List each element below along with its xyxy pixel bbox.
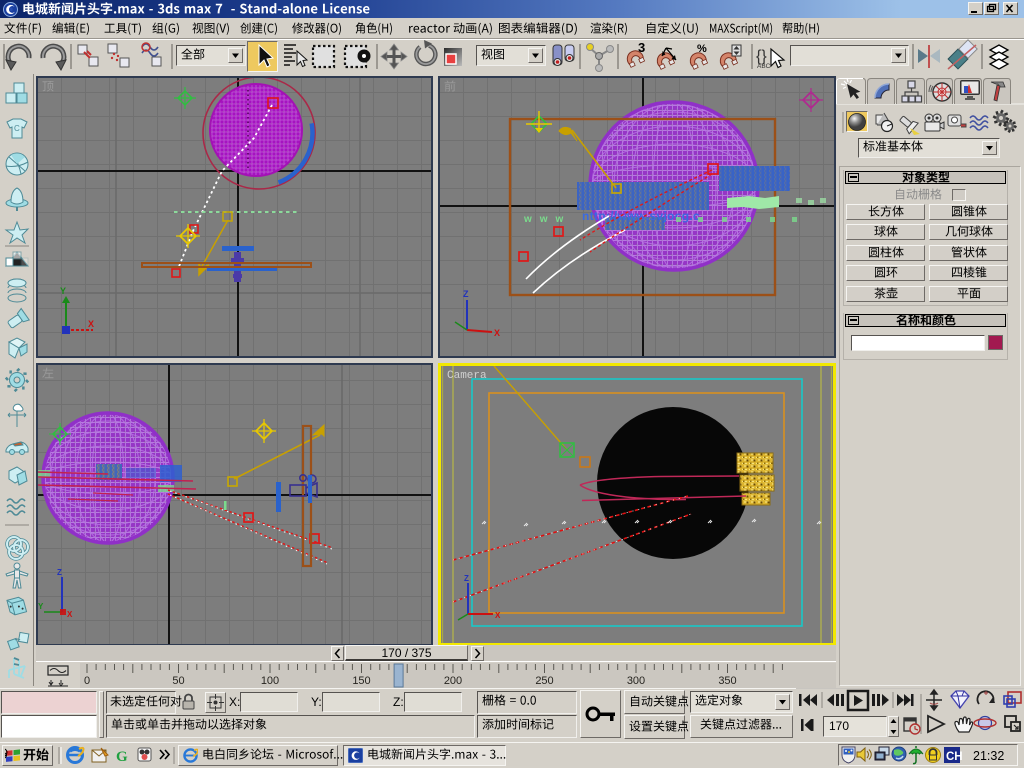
svg-text:250: 250: [535, 675, 553, 687]
svg-text:Y: Y: [38, 602, 44, 611]
svg-text:100: 100: [261, 675, 279, 687]
svg-text:Y: Y: [60, 286, 66, 296]
svg-text:Camera: Camera: [447, 370, 487, 382]
svg-text:50: 50: [172, 675, 184, 687]
svg-text:X: X: [494, 328, 500, 338]
svg-text:21:32: 21:32: [973, 749, 1004, 763]
svg-text:G: G: [116, 749, 128, 765]
svg-text:Z: Z: [463, 289, 469, 299]
svg-text:X: X: [67, 610, 73, 619]
svg-text:X: X: [495, 611, 501, 620]
svg-text:%: %: [697, 43, 707, 55]
svg-text:C: C: [14, 124, 20, 133]
svg-text:CH: CH: [946, 751, 963, 763]
svg-text:300: 300: [627, 675, 645, 687]
svg-text:X: X: [88, 319, 94, 329]
svg-text:0: 0: [84, 675, 90, 687]
svg-text:ABC: ABC: [757, 63, 771, 70]
svg-text:3: 3: [638, 40, 645, 55]
svg-text:www: www: [523, 214, 571, 225]
svg-text:200: 200: [444, 675, 462, 687]
svg-text:150: 150: [352, 675, 370, 687]
svg-text:350: 350: [718, 675, 736, 687]
svg-text:Z: Z: [57, 568, 62, 577]
svg-text:Z: Z: [464, 574, 469, 583]
